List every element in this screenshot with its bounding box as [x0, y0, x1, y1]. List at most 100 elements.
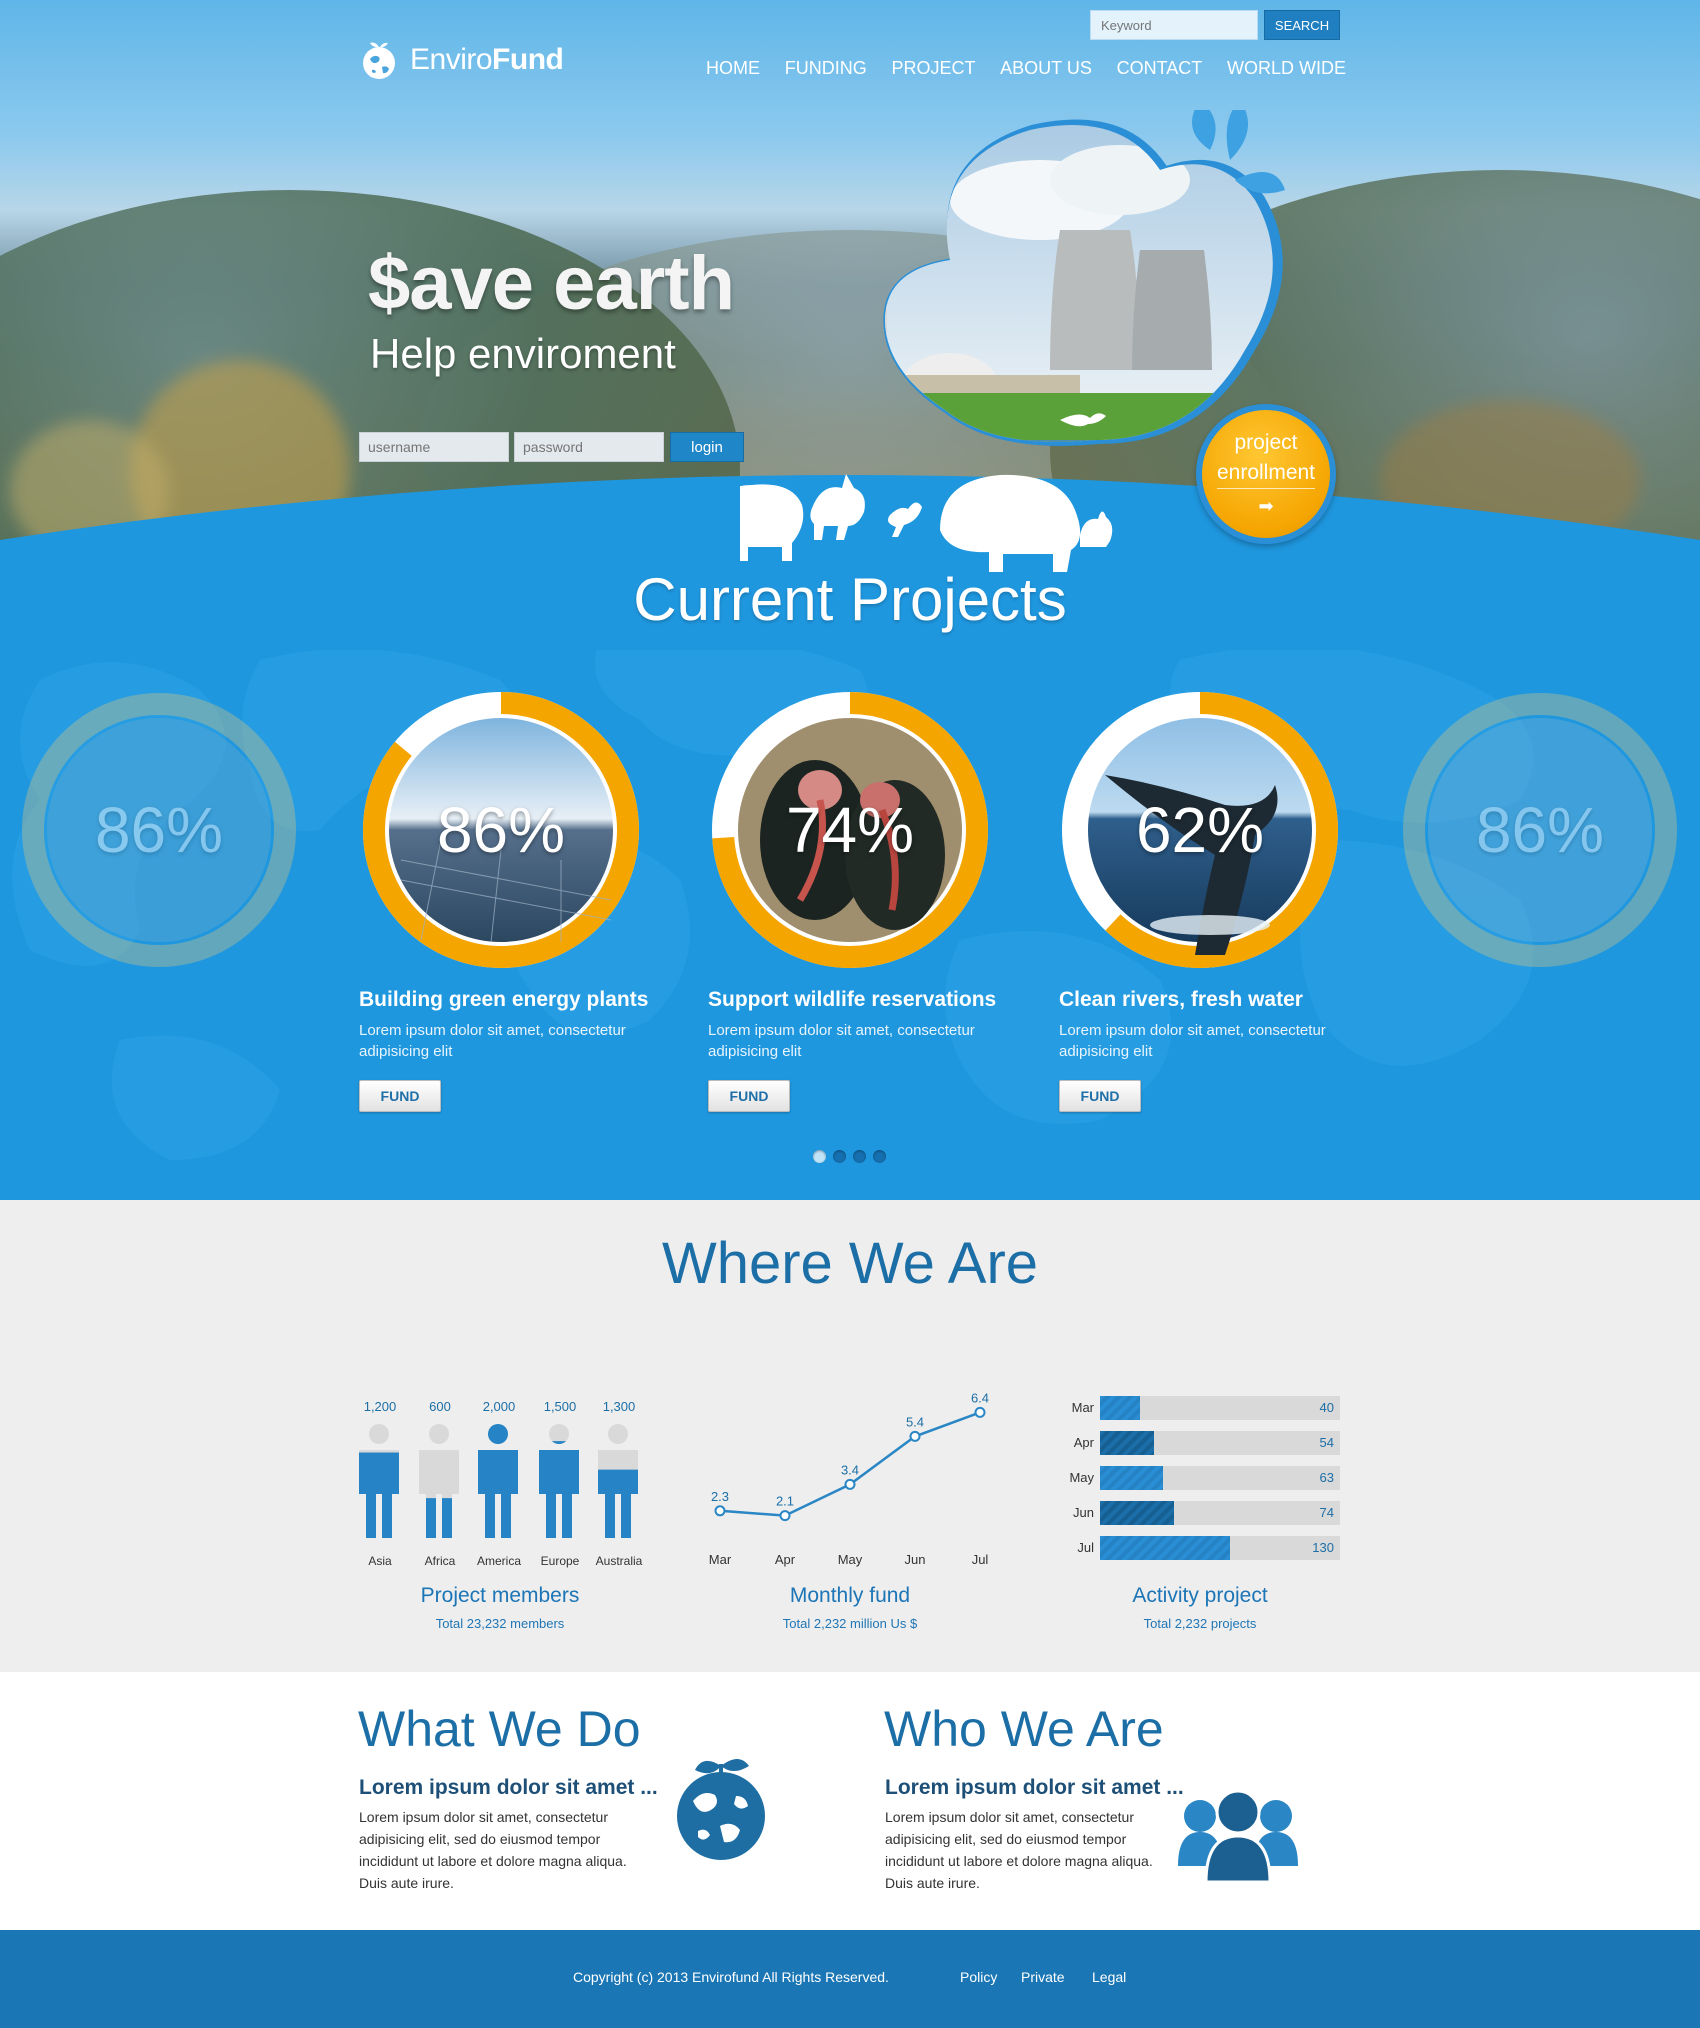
- nav-contact[interactable]: CONTACT: [1117, 58, 1203, 88]
- nav-about-us[interactable]: ABOUT US: [1000, 58, 1092, 88]
- carousel-dot[interactable]: [813, 1150, 826, 1163]
- what-we-do-lead: Lorem ipsum dolor sit amet ...: [359, 1776, 658, 1799]
- globe-leaf-icon: [363, 42, 395, 79]
- login-button[interactable]: login: [670, 432, 744, 462]
- carousel-dot[interactable]: [833, 1150, 846, 1163]
- fund-point[interactable]: [779, 1510, 791, 1522]
- member-region: Australia: [595, 1554, 643, 1568]
- fund-value-label: 6.4: [971, 1390, 989, 1405]
- fund-button[interactable]: FUND: [359, 1080, 441, 1112]
- who-we-are-body: Lorem ipsum dolor sit amet, consectetur …: [885, 1809, 1153, 1891]
- enroll-line2: enrollment: [1216, 458, 1316, 489]
- fund-point[interactable]: [909, 1430, 921, 1442]
- bar-category-label: May: [1069, 1470, 1094, 1485]
- fund-month-label: May: [838, 1552, 863, 1567]
- member-value: 1,300: [602, 1399, 636, 1414]
- fund-title: Monthly fund: [789, 1584, 911, 1607]
- arrow-right-icon: ➡: [1258, 495, 1274, 516]
- person-icon: [419, 1424, 459, 1538]
- project-ring[interactable]: 86%: [361, 690, 641, 970]
- member-value: 600: [429, 1399, 451, 1414]
- bar-fill[interactable]: [1100, 1536, 1230, 1560]
- person-icon: [359, 1424, 399, 1538]
- brand-logo[interactable]: EnviroFund: [358, 32, 608, 88]
- members-subtitle: Total 23,232 members: [435, 1616, 565, 1631]
- activity-subtitle: Total 2,232 projects: [1143, 1616, 1257, 1631]
- bar-category-label: Apr: [1073, 1435, 1094, 1450]
- copyright-text: Copyright (c) 2013 Envirofund All Rights…: [573, 1969, 889, 1985]
- brand-name: EnviroFund: [410, 43, 564, 77]
- fund-point[interactable]: [714, 1505, 726, 1517]
- project-description: Lorem ipsum dolor sit amet, consectetur …: [359, 1022, 626, 1060]
- project-title[interactable]: Clean rivers, fresh water: [1059, 988, 1303, 1012]
- monthly-fund-chart: 2.3 Mar 2.1 Apr 3.4 May 5.4 Jun 6.4 Jul: [709, 1390, 989, 1567]
- project-percent: 62%: [1135, 794, 1265, 866]
- brand-name-bold: Fund: [492, 43, 564, 76]
- animal-silhouettes: [740, 474, 1113, 572]
- fund-point[interactable]: [974, 1406, 986, 1418]
- bar-value-label: 63: [1319, 1470, 1334, 1485]
- member-value: 1,200: [363, 1399, 397, 1414]
- carousel-dot[interactable]: [853, 1150, 866, 1163]
- projects-title: Current Projects: [633, 566, 1067, 633]
- about-section: [0, 1672, 1700, 1930]
- footer-link-legal[interactable]: Legal: [1092, 1969, 1126, 1985]
- project-ring[interactable]: 74%: [710, 690, 990, 970]
- member-value: 1,500: [543, 1399, 577, 1414]
- nav-funding[interactable]: FUNDING: [785, 58, 867, 88]
- username-input[interactable]: [359, 432, 509, 462]
- fund-month-label: Jun: [905, 1552, 926, 1567]
- bar-fill[interactable]: [1100, 1501, 1174, 1525]
- fund-value-label: 2.1: [776, 1494, 794, 1509]
- where-title: Where We Are: [661, 1231, 1039, 1296]
- bar-fill[interactable]: [1100, 1431, 1154, 1455]
- project-ring[interactable]: 62%: [1060, 690, 1340, 970]
- fund-button[interactable]: FUND: [1059, 1080, 1141, 1112]
- bar-category-label: Jul: [1077, 1540, 1094, 1555]
- person-icon: [598, 1424, 638, 1538]
- bar-category-label: Jun: [1073, 1505, 1094, 1520]
- enroll-line1: project: [1234, 430, 1298, 454]
- project-title[interactable]: Support wildlife reservations: [708, 988, 996, 1012]
- search-button[interactable]: SEARCH: [1264, 10, 1340, 40]
- password-input[interactable]: [514, 432, 664, 462]
- footer-link-private[interactable]: Private: [1021, 1969, 1065, 1985]
- person-icon: [478, 1424, 518, 1538]
- project-ring-ghost[interactable]: 86%: [1400, 690, 1680, 970]
- project-percent: 86%: [436, 794, 566, 866]
- search-input[interactable]: [1090, 10, 1258, 40]
- project-ring-ghost[interactable]: 86%: [19, 690, 299, 970]
- fund-point[interactable]: [844, 1478, 856, 1490]
- main-nav: HOME FUNDING PROJECT ABOUT US CONTACT WO…: [706, 58, 1346, 88]
- nav-project[interactable]: PROJECT: [891, 58, 975, 88]
- who-we-are-lead: Lorem ipsum dolor sit amet ...: [885, 1776, 1184, 1799]
- project-enrollment-button[interactable]: project enrollment ➡: [1196, 404, 1336, 544]
- brand-name-light: Enviro: [410, 43, 493, 76]
- bar-fill[interactable]: [1100, 1396, 1140, 1420]
- fund-value-label: 5.4: [906, 1414, 924, 1429]
- activity-title: Activity project: [1132, 1584, 1268, 1607]
- fund-month-label: Apr: [775, 1552, 796, 1567]
- nav-home[interactable]: HOME: [706, 58, 760, 88]
- nav-world-wide[interactable]: WORLD WIDE: [1227, 58, 1346, 88]
- carousel-dot[interactable]: [873, 1150, 886, 1163]
- fund-month-label: Jul: [972, 1552, 989, 1567]
- fund-button[interactable]: FUND: [708, 1080, 790, 1112]
- member-region: America: [476, 1554, 521, 1568]
- globe-sprout-icon: [677, 1759, 765, 1860]
- bar-value-label: 54: [1319, 1435, 1334, 1450]
- what-we-do-title: What We Do: [358, 1701, 641, 1757]
- footer-link-policy[interactable]: Policy: [960, 1969, 997, 1985]
- fund-value-label: 3.4: [841, 1462, 859, 1477]
- project-description: Lorem ipsum dolor sit amet, consectetur …: [708, 1022, 975, 1060]
- project-percent: 74%: [785, 794, 915, 866]
- bar-fill[interactable]: [1100, 1466, 1163, 1490]
- bar-value-label: 74: [1319, 1505, 1334, 1520]
- fund-value-label: 2.3: [711, 1489, 729, 1504]
- bar-value-label: 40: [1319, 1400, 1334, 1415]
- bar-category-label: Mar: [1071, 1400, 1094, 1415]
- members-title: Project members: [420, 1584, 580, 1607]
- project-percent: 86%: [1475, 794, 1605, 866]
- project-title[interactable]: Building green energy plants: [359, 988, 648, 1012]
- hero-title: $ave earth: [368, 241, 735, 326]
